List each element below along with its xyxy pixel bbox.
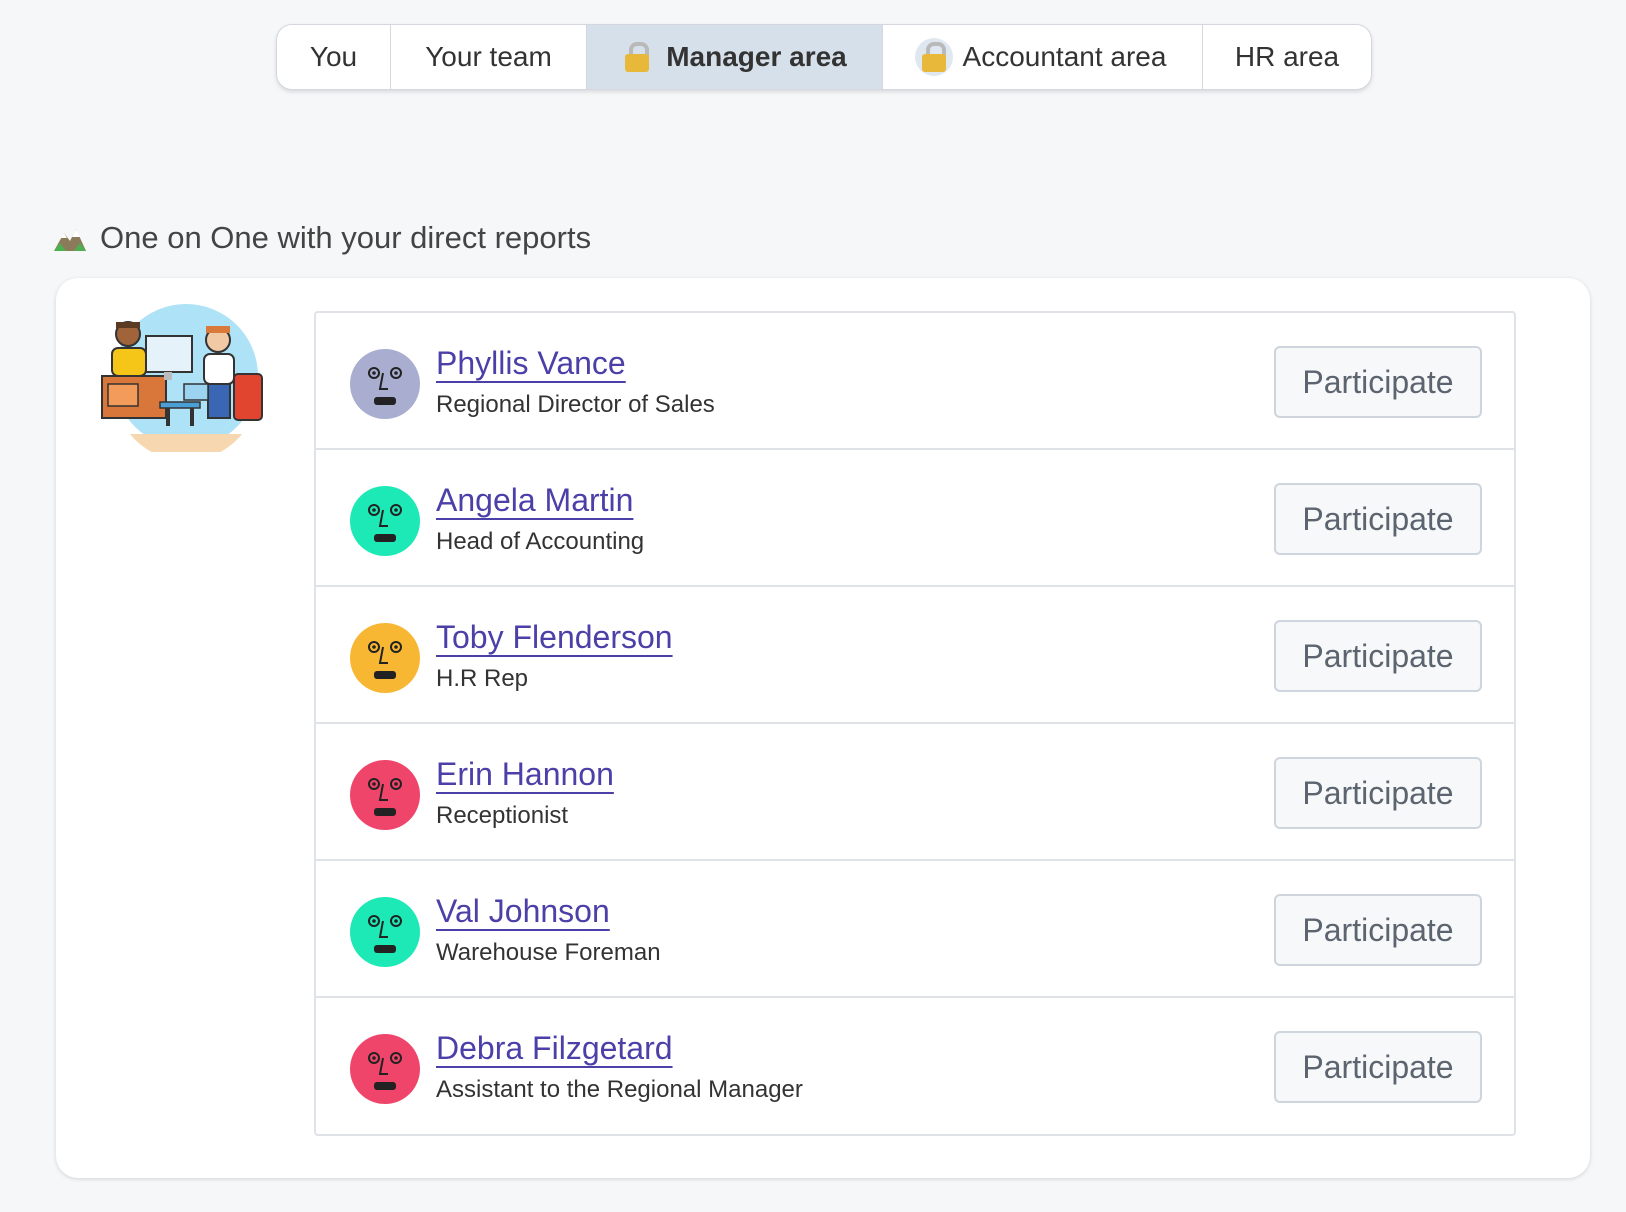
tab-your-team[interactable]: Your team bbox=[391, 25, 587, 89]
tab-label: Your team bbox=[425, 41, 552, 72]
report-role: Regional Director of Sales bbox=[436, 391, 715, 418]
lock-icon bbox=[914, 38, 953, 76]
tab-manager-area[interactable]: Manager area bbox=[587, 25, 883, 89]
avatar bbox=[350, 486, 420, 556]
section-heading: One on One with your direct reports bbox=[54, 220, 591, 256]
participate-button[interactable]: Participate bbox=[1274, 757, 1482, 829]
participate-button[interactable]: Participate bbox=[1274, 620, 1482, 692]
list-item: Phyllis Vance Regional Director of Sales… bbox=[316, 313, 1514, 450]
tab-you[interactable]: You bbox=[277, 25, 391, 89]
list-item: Val Johnson Warehouse Foreman Participat… bbox=[316, 861, 1514, 998]
report-name-link[interactable]: Angela Martin bbox=[436, 482, 633, 519]
report-role: Head of Accounting bbox=[436, 528, 645, 555]
direct-reports-card: Phyllis Vance Regional Director of Sales… bbox=[56, 278, 1590, 1178]
tab-label: Accountant area bbox=[962, 41, 1167, 72]
report-name-link[interactable]: Phyllis Vance bbox=[436, 345, 626, 382]
lock-icon bbox=[622, 40, 652, 74]
tab-label: Manager area bbox=[666, 41, 847, 72]
avatar bbox=[350, 1034, 420, 1104]
report-role: H.R Rep bbox=[436, 665, 529, 692]
tab-hr-area[interactable]: HR area bbox=[1203, 25, 1371, 89]
report-name-link[interactable]: Debra Filzgetard bbox=[436, 1030, 673, 1067]
report-name-link[interactable]: Toby Flenderson bbox=[436, 619, 673, 656]
section-title: One on One with your direct reports bbox=[100, 220, 592, 255]
direct-reports-list: Phyllis Vance Regional Director of Sales… bbox=[314, 311, 1516, 1136]
meeting-illustration bbox=[101, 304, 263, 452]
participate-button[interactable]: Participate bbox=[1274, 483, 1482, 555]
avatar bbox=[350, 760, 420, 830]
avatar bbox=[350, 623, 420, 693]
report-role: Assistant to the Regional Manager bbox=[436, 1076, 803, 1103]
participate-button[interactable]: Participate bbox=[1274, 346, 1482, 418]
report-role: Receptionist bbox=[436, 802, 569, 829]
list-item: Erin Hannon Receptionist Participate bbox=[316, 724, 1514, 861]
tab-label: HR area bbox=[1234, 41, 1340, 72]
avatar bbox=[350, 349, 420, 419]
tab-accountant-area[interactable]: Accountant area bbox=[883, 25, 1203, 89]
area-tabs: You Your team Manager area Accountant ar… bbox=[276, 24, 1372, 90]
participate-button[interactable]: Participate bbox=[1274, 1031, 1482, 1103]
report-role: Warehouse Foreman bbox=[436, 939, 661, 966]
report-name-link[interactable]: Erin Hannon bbox=[436, 756, 614, 793]
list-item: Angela Martin Head of Accounting Partici… bbox=[316, 450, 1514, 587]
tab-label: You bbox=[309, 41, 358, 72]
participate-button[interactable]: Participate bbox=[1274, 894, 1482, 966]
list-item: Debra Filzgetard Assistant to the Region… bbox=[316, 998, 1514, 1134]
list-item: Toby Flenderson H.R Rep Participate bbox=[316, 587, 1514, 724]
mountain-icon bbox=[54, 229, 86, 251]
avatar bbox=[350, 897, 420, 967]
report-name-link[interactable]: Val Johnson bbox=[436, 893, 610, 930]
